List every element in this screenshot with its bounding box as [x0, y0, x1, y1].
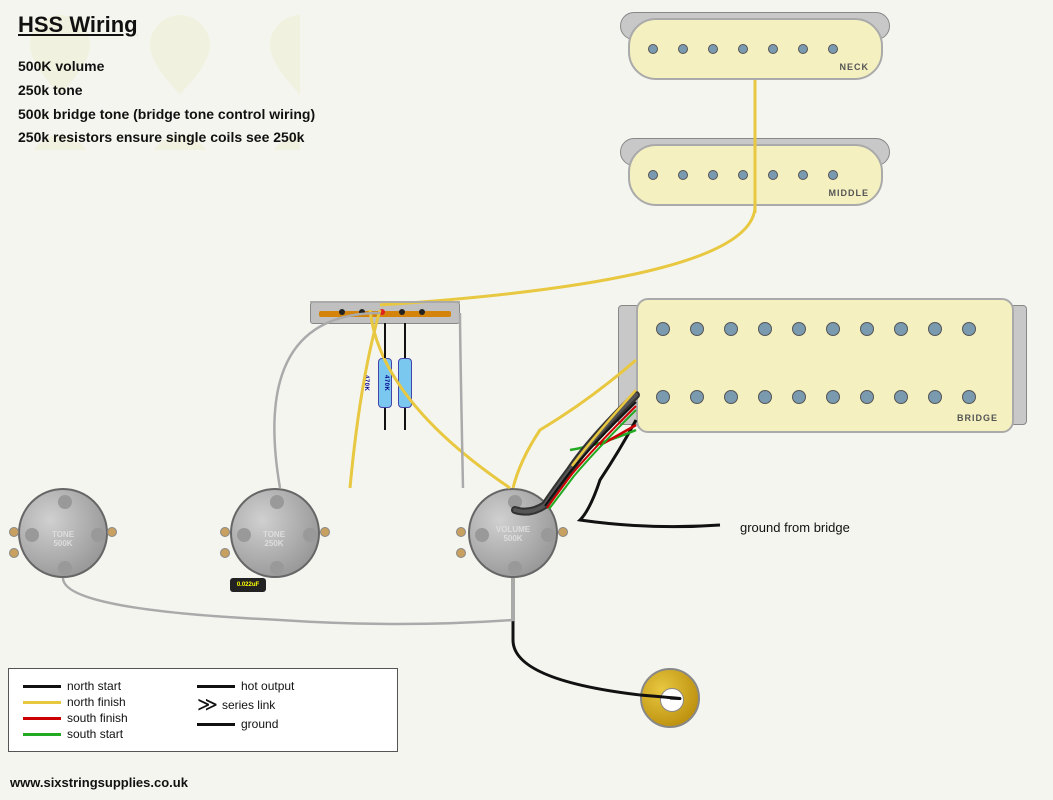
info-block: 500K volume 250k tone 500k bridge tone (… [18, 55, 315, 150]
bridge-label: BRIDGE [957, 413, 998, 423]
info-line-3: 500k bridge tone (bridge tone control wi… [18, 103, 315, 127]
page-title: HSS Wiring [18, 12, 138, 38]
ground-from-bridge-label: ground from bridge [740, 520, 850, 535]
legend: north start north finish south finish so… [8, 668, 398, 752]
info-line-4: 250k resistors ensure single coils see 2… [18, 126, 315, 150]
resistor-2: 470K [398, 358, 412, 408]
capacitor: 0.022uF [230, 578, 266, 592]
bridge-pickup: BRIDGE [636, 298, 1014, 433]
neck-pickup: NECK [628, 18, 883, 80]
legend-south-start: south start [67, 727, 167, 741]
legend-ground: ground [241, 717, 341, 731]
tone-500k-label: TONE500K [22, 530, 104, 548]
volume-500k-label: VOLUME500K [470, 525, 556, 543]
info-line-1: 500K volume [18, 55, 315, 79]
neck-label: NECK [839, 62, 869, 72]
middle-pickup: MIDDLE [628, 144, 883, 206]
5way-switch [310, 302, 460, 324]
output-jack [640, 668, 700, 728]
legend-north-start: north start [67, 679, 167, 693]
tone-250k-label: TONE250K [233, 530, 315, 548]
legend-south-finish: south finish [67, 711, 167, 725]
legend-north-finish: north finish [67, 695, 167, 709]
info-line-2: 250k tone [18, 79, 315, 103]
website-url: www.sixstringsupplies.co.uk [10, 775, 188, 790]
legend-series-link: series link [222, 698, 322, 712]
middle-label: MIDDLE [829, 188, 870, 198]
legend-hot-output: hot output [241, 679, 341, 693]
